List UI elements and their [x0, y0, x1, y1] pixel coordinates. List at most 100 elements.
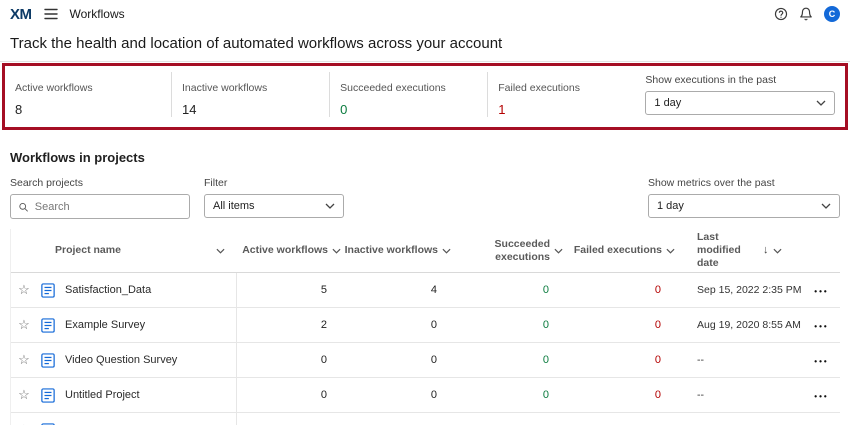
table-row: ☆ Untitled Project 0 0 0 0 -- ••• [11, 378, 840, 413]
xm-logo[interactable]: XM [10, 6, 32, 23]
stat-inactive-workflows: Inactive workflows 14 [171, 72, 329, 117]
annotation-highlight-box: Active workflows 8 Inactive workflows 14… [2, 63, 848, 130]
project-name-link[interactable]: Satisfaction_Data [65, 273, 237, 307]
succeeded-count: 0 [451, 389, 563, 401]
row-actions-menu[interactable]: ••• [814, 322, 828, 331]
favorite-star-icon[interactable]: ☆ [18, 352, 30, 367]
favorite-star-icon[interactable]: ☆ [18, 282, 30, 297]
favorite-star-icon[interactable]: ☆ [18, 387, 30, 402]
page-heading-section: Track the health and location of automat… [0, 28, 850, 62]
row-actions-menu[interactable]: ••• [814, 287, 828, 296]
project-name-link[interactable]: Example Survey [65, 308, 237, 342]
executions-period-group: Show executions in the past 1 day [645, 72, 835, 117]
stat-failed-executions: Failed executions 1 [487, 72, 645, 117]
last-modified-date: Sep 15, 2022 2:35 PM [675, 284, 803, 296]
stat-label: Inactive workflows [182, 82, 329, 94]
active-count: 5 [237, 284, 341, 296]
metrics-period-label: Show metrics over the past [648, 177, 840, 189]
table-controls: Search projects Filter All items Show me… [10, 177, 840, 219]
column-header-project-name: Project name [11, 244, 237, 257]
stat-label: Active workflows [15, 82, 171, 94]
table-row: ☆ Video Question Survey 0 0 0 0 -- ••• [11, 343, 840, 378]
stat-value: 14 [182, 102, 329, 117]
metrics-period-group: Show metrics over the past 1 day [648, 177, 840, 218]
projects-section-title: Workflows in projects [10, 150, 840, 165]
app-title: Workflows [70, 7, 125, 21]
failed-count: 0 [563, 389, 675, 401]
page-title: Track the health and location of automat… [10, 35, 840, 52]
metrics-period-value: 1 day [657, 200, 684, 212]
chevron-down-icon [816, 100, 826, 106]
filter-label: Filter [204, 177, 344, 189]
row-actions-menu[interactable]: ••• [814, 392, 828, 401]
stat-succeeded-executions: Succeeded executions 0 [329, 72, 487, 117]
succeeded-count: 0 [451, 319, 563, 331]
top-bar: XM Workflows C [0, 0, 850, 28]
succeeded-count: 0 [451, 284, 563, 296]
notifications-bell-icon[interactable] [799, 7, 813, 21]
project-name-link[interactable]: Untitled Project [65, 378, 237, 412]
stat-active-workflows: Active workflows 8 [13, 72, 171, 117]
inactive-count: 0 [341, 319, 451, 331]
table-row: ☆ Satisfaction_Data 5 4 0 0 Sep 15, 2022… [11, 273, 840, 308]
workflows-page: XM Workflows C Track the health and loca… [0, 0, 850, 425]
favorite-star-icon[interactable]: ☆ [18, 317, 30, 332]
inactive-count: 4 [341, 284, 451, 296]
filter-group: Filter All items [204, 177, 344, 218]
chevron-down-icon [325, 203, 335, 209]
stat-label: Failed executions [498, 82, 645, 94]
column-header-succeeded-executions: Succeeded executions [451, 238, 563, 264]
search-icon [18, 201, 29, 213]
stat-value: 8 [15, 102, 171, 117]
search-input[interactable] [35, 201, 182, 213]
survey-icon [41, 283, 55, 298]
metrics-period-select[interactable]: 1 day [648, 194, 840, 218]
active-count: 0 [237, 389, 341, 401]
executions-period-select[interactable]: 1 day [645, 91, 835, 115]
chevron-down-icon [821, 203, 831, 209]
column-label: Last modified date [697, 231, 759, 270]
executions-period-value: 1 day [654, 97, 681, 109]
column-header-last-modified-date: Last modified date ↓ [675, 231, 803, 270]
table-row: ☆ TEST 0 0 0 0 -- ••• [11, 413, 840, 425]
chevron-down-icon[interactable] [442, 248, 451, 254]
stat-value: 1 [498, 102, 645, 117]
search-projects-label: Search projects [10, 177, 190, 189]
sort-descending-icon[interactable]: ↓ [763, 244, 769, 258]
chevron-down-icon[interactable] [332, 248, 341, 254]
failed-count: 0 [563, 319, 675, 331]
chevron-down-icon[interactable] [554, 248, 563, 254]
topbar-actions: C [774, 6, 840, 22]
hamburger-menu-icon[interactable] [44, 8, 58, 20]
chevron-down-icon[interactable] [773, 248, 782, 254]
chevron-down-icon[interactable] [216, 248, 225, 254]
table-header-row: Project name Active workflows Inactive w… [11, 229, 840, 273]
filter-select[interactable]: All items [204, 194, 344, 218]
column-header-inactive-workflows: Inactive workflows [341, 244, 451, 257]
project-name-link[interactable]: Video Question Survey [65, 343, 237, 377]
active-count: 0 [237, 354, 341, 366]
help-icon[interactable] [774, 7, 788, 21]
executions-period-label: Show executions in the past [645, 74, 835, 86]
column-label: Failed executions [574, 244, 662, 257]
column-header-active-workflows: Active workflows [237, 244, 341, 257]
column-label: Inactive workflows [345, 244, 438, 257]
failed-count: 0 [563, 284, 675, 296]
column-label: Project name [55, 244, 121, 257]
column-label: Succeeded executions [484, 238, 550, 264]
chevron-down-icon[interactable] [666, 248, 675, 254]
user-avatar[interactable]: C [824, 6, 840, 22]
column-label: Active workflows [242, 244, 328, 257]
failed-count: 0 [563, 354, 675, 366]
row-actions-menu[interactable]: ••• [814, 357, 828, 366]
inactive-count: 0 [341, 354, 451, 366]
filter-value: All items [213, 200, 255, 212]
last-modified-date: -- [675, 389, 803, 401]
succeeded-count: 0 [451, 354, 563, 366]
last-modified-date: Aug 19, 2020 8:55 AM [675, 319, 803, 331]
search-projects-group: Search projects [10, 177, 190, 219]
search-box [10, 194, 190, 219]
table-row: ☆ Example Survey 2 0 0 0 Aug 19, 2020 8:… [11, 308, 840, 343]
project-name-link[interactable]: TEST [65, 413, 237, 425]
inactive-count: 0 [341, 389, 451, 401]
